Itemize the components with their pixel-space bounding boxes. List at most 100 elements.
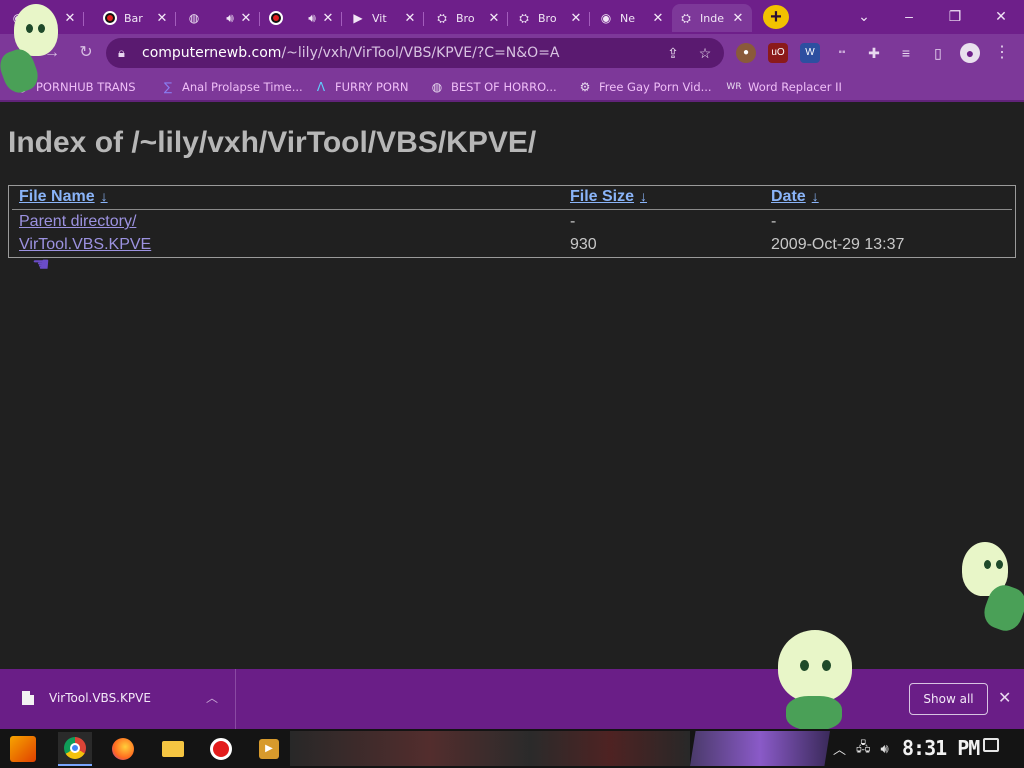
close-icon[interactable]: ✕	[402, 10, 418, 26]
close-icon[interactable]: ✕	[730, 10, 746, 26]
download-bar: VirTool.VBS.KPVE ︿ Show all ✕	[0, 669, 1024, 729]
bookmarks-bar: ◍ PORNHUB TRANS ∑ Anal Prolapse Time... …	[0, 72, 1024, 102]
close-icon[interactable]: ✕	[568, 10, 584, 26]
close-icon[interactable]: ✕	[320, 10, 336, 26]
tab-index-active[interactable]: ⛭ Inde ✕	[672, 4, 752, 32]
peridot-sticker-top-left	[0, 4, 62, 97]
column-header-file-name[interactable]: File Name ↓	[19, 188, 108, 206]
taskbar-firefox[interactable]	[106, 732, 140, 766]
bookmark-anal-prolapse[interactable]: ∑ Anal Prolapse Time...	[160, 78, 303, 96]
globe-icon: ◍	[188, 11, 200, 25]
close-icon[interactable]: ✕	[650, 10, 666, 26]
parent-directory-link[interactable]: Parent directory/	[19, 213, 136, 231]
record-icon	[268, 10, 284, 26]
bookmark-label: Free Gay Porn Vid...	[599, 80, 712, 94]
peridot-sticker-right	[958, 540, 1024, 636]
word-replacer-icon[interactable]: W	[800, 43, 820, 63]
wr-icon: WR	[726, 82, 742, 92]
play-icon: ▶	[353, 11, 363, 25]
row-size: -	[570, 213, 576, 230]
tab-2[interactable]: Bar ✕	[96, 4, 176, 32]
new-tab-button[interactable]: +	[763, 5, 789, 29]
row-date: 2009-Oct-29 13:37	[771, 236, 905, 253]
tab-3[interactable]: ◍ 🔊︎ ✕	[180, 4, 260, 32]
robot-icon: ⚙	[579, 80, 591, 94]
file-icon	[22, 691, 34, 705]
tab-7[interactable]: ⛭ Bro ✕	[510, 4, 590, 32]
taskbar-recorder[interactable]	[204, 732, 238, 766]
close-icon[interactable]: ✕	[62, 10, 78, 26]
hand-cursor-icon: ☚	[32, 254, 50, 276]
tab-8[interactable]: ◉ Ne ✕	[592, 4, 672, 32]
chevron-up-icon[interactable]: ︿	[833, 739, 846, 758]
tab-6[interactable]: ⛭ Bro ✕	[428, 4, 508, 32]
star-icon[interactable]: ☆	[696, 44, 714, 62]
extension-icon[interactable]: ▪▪	[832, 43, 852, 63]
sort-arrow-icon: ↓	[640, 188, 648, 204]
clock[interactable]: 8:31 PM	[902, 736, 980, 760]
puzzle-icon[interactable]: ✚	[864, 43, 884, 63]
tab-label: Bar	[124, 11, 143, 25]
bookmark-label: FURRY PORN	[335, 80, 409, 94]
column-label: File Size	[570, 188, 635, 205]
notification-icon[interactable]	[983, 738, 999, 752]
bookmark-icon: ∑	[163, 80, 173, 94]
close-icon[interactable]: ✕	[154, 10, 170, 26]
taskbar-chrome[interactable]	[58, 732, 92, 766]
lock-icon[interactable]: 🔒︎	[118, 45, 125, 61]
close-icon[interactable]: ✕	[998, 688, 1011, 708]
show-all-button[interactable]: Show all	[909, 683, 988, 715]
column-header-file-size[interactable]: File Size ↓	[570, 188, 647, 206]
menu-icon[interactable]: ⋮	[992, 43, 1012, 63]
ublock-icon[interactable]: uO	[768, 43, 788, 63]
chevron-up-icon[interactable]: ︿	[206, 689, 218, 706]
address-bar[interactable]: 🔒︎ computernewb.com/~lily/vxh/VirTool/VB…	[106, 38, 724, 68]
share-icon[interactable]: ⇪	[664, 44, 682, 62]
lambda-icon: Λ	[316, 80, 326, 94]
media-player-icon: ▶	[259, 739, 279, 759]
row-size: 930	[570, 236, 597, 253]
reload-icon[interactable]: ↻	[74, 41, 98, 65]
browser-toolbar: → ↻ 🔒︎ computernewb.com/~lily/vxh/VirToo…	[0, 34, 1024, 72]
bookmark-best-of-horror[interactable]: ◍ BEST OF HORRO...	[429, 78, 557, 96]
tab-label: Ne	[620, 11, 635, 25]
restore-icon[interactable]: ❐	[941, 4, 969, 28]
start-logo-icon	[10, 736, 36, 762]
record-icon	[102, 10, 118, 26]
start-button[interactable]	[6, 732, 40, 766]
taskbar-wallpaper-strip	[290, 731, 690, 766]
download-item[interactable]: VirTool.VBS.KPVE ︿	[0, 669, 236, 729]
speaker-icon[interactable]: 🔊︎	[304, 10, 320, 26]
tab-label: Inde	[700, 11, 724, 25]
extension-avatar-icon[interactable]: ●	[736, 43, 756, 63]
close-icon[interactable]: ✕	[238, 10, 254, 26]
bookmark-label: BEST OF HORRO...	[451, 80, 557, 94]
bookmark-free-gay-porn[interactable]: ⚙ Free Gay Porn Vid...	[577, 78, 712, 96]
tab-4[interactable]: 🔊︎ ✕	[262, 4, 342, 32]
ufo-icon: ⛭	[437, 10, 447, 25]
taskbar-media-player[interactable]: ▶	[252, 732, 286, 766]
close-window-icon[interactable]: ✕	[987, 4, 1015, 28]
profile-icon[interactable]: ●	[960, 43, 980, 63]
record-icon	[210, 738, 232, 760]
tab-search-icon[interactable]: ⌄	[850, 4, 878, 28]
system-tray: ︿ 🖧︎ 🔊︎	[828, 729, 894, 768]
globe-icon: ◍	[431, 80, 443, 94]
chrome-icon	[64, 737, 86, 759]
bookmark-furry-porn[interactable]: Λ FURRY PORN	[313, 78, 409, 96]
bookmark-word-replacer[interactable]: WR Word Replacer II	[726, 78, 841, 96]
tab-strip: ◉ ✕ Bar ✕ ◍ 🔊︎ ✕ 🔊︎ ✕ ▶ Vit ✕ ⛭ Bro ✕ ⛭ …	[0, 0, 1024, 34]
sidepanel-icon[interactable]: ▯	[928, 43, 948, 63]
ufo-icon: ⛭	[519, 10, 529, 25]
network-icon[interactable]: 🖧︎	[856, 738, 871, 760]
taskbar-file-explorer[interactable]	[156, 732, 190, 766]
tab-5[interactable]: ▶ Vit ✕	[344, 4, 424, 32]
close-icon[interactable]: ✕	[486, 10, 502, 26]
volume-icon[interactable]: 🔊︎	[881, 741, 889, 757]
minimize-icon[interactable]: –	[895, 4, 923, 28]
speaker-icon[interactable]: 🔊︎	[222, 10, 238, 26]
media-icon[interactable]: ≡	[896, 43, 916, 63]
folder-icon: ⛭	[681, 10, 691, 25]
column-header-date[interactable]: Date ↓	[771, 188, 819, 206]
row-date: -	[771, 213, 777, 230]
